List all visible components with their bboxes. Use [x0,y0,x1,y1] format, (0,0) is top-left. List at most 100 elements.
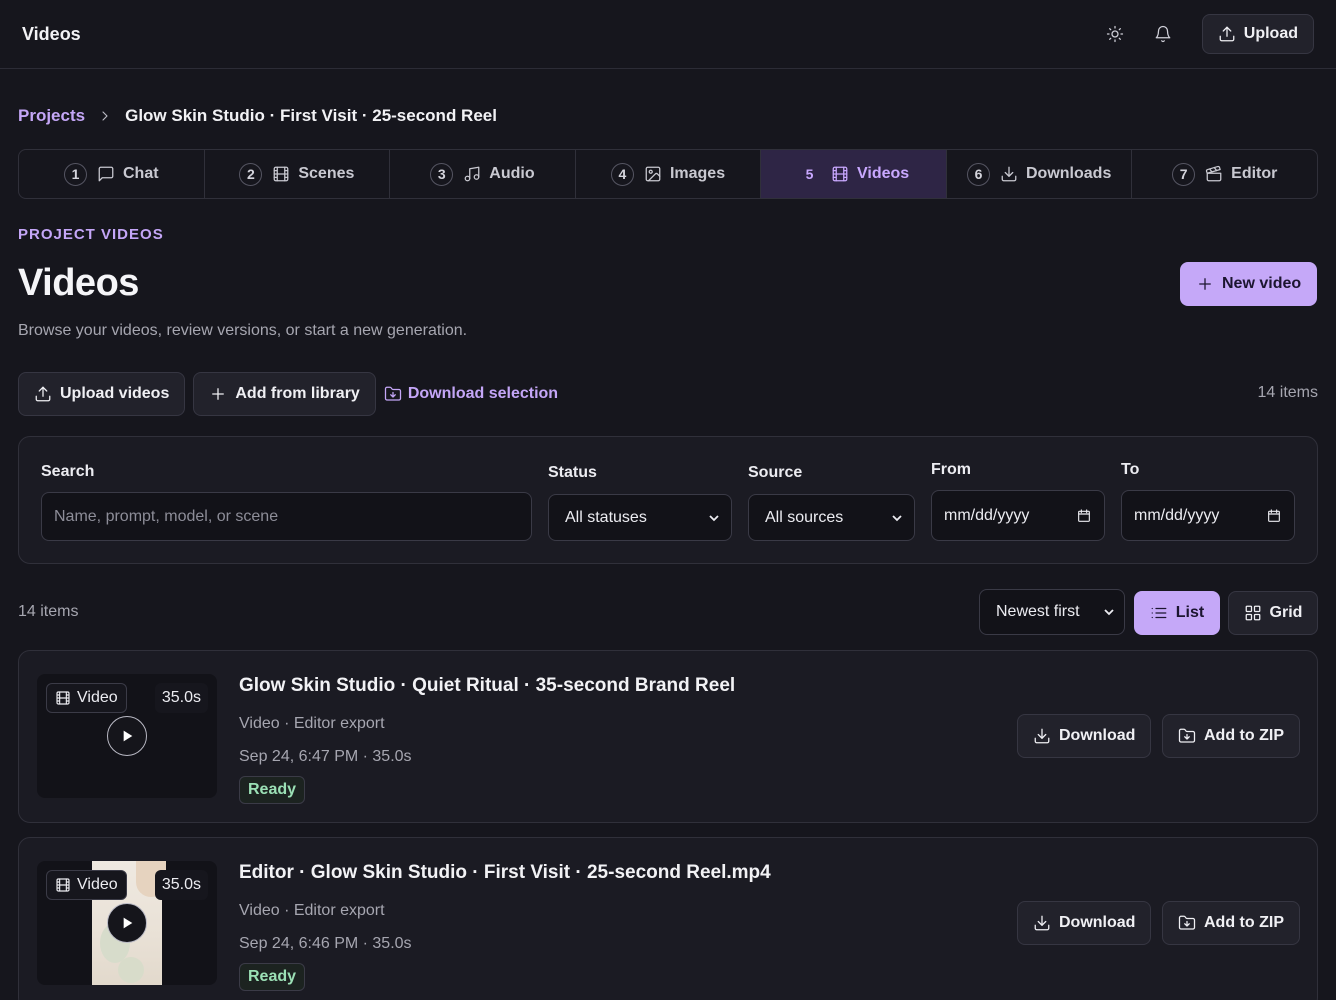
step-label: Downloads [1026,165,1112,182]
film-icon [56,878,70,892]
status-badge: Ready [239,776,306,804]
status-value: All statuses [565,508,647,526]
page-subtitle: Browse your videos, review versions, or … [18,322,468,339]
source-select[interactable]: All sources [748,494,915,541]
music-icon [464,166,480,182]
step-videos[interactable]: 5 Videos [761,150,947,198]
page-kicker: PROJECT VIDEOS [18,226,164,243]
download-label: Download [1059,914,1136,931]
search-input[interactable]: Name, prompt, model, or scene [41,492,532,541]
video-duration: 35.0s [154,870,208,900]
clapper-icon [1206,165,1222,182]
breadcrumb-projects-link[interactable]: Projects [18,106,85,126]
calendar-icon [1078,508,1090,522]
step-label: Videos [857,165,910,182]
list-view-label: List [1175,604,1205,621]
download-icon [1001,166,1017,182]
video-card: Video 35.0s Glow Skin Studio · Quiet Rit… [18,650,1318,823]
step-number: 7 [1172,162,1196,186]
status-select[interactable]: All statuses [548,494,732,541]
top-bar: Videos Upload [0,0,1336,69]
upload-button[interactable]: Upload [1201,14,1314,54]
play-button[interactable] [107,903,147,943]
download-button[interactable]: Download [1017,901,1152,945]
sort-value: Newest first [996,603,1080,620]
to-date-value: mm/dd/yyyy [1134,506,1220,524]
step-chat[interactable]: 1 Chat [19,150,205,198]
sort-select[interactable]: Newest first [979,589,1125,635]
app-title: Videos [22,23,81,44]
actions-row: Upload videos Add from library Download … [18,372,558,416]
search-placeholder: Name, prompt, model, or scene [54,507,279,525]
from-label: From [931,461,971,478]
add-to-zip-button[interactable]: Add to ZIP [1162,901,1300,945]
video-thumbnail[interactable]: Video 35.0s [37,674,217,798]
plus-icon [1199,278,1211,290]
step-images[interactable]: 4 Images [576,150,762,198]
chevron-down-icon [892,514,902,521]
calendar-icon [1268,508,1280,522]
to-date-input[interactable]: mm/dd/yyyy [1121,490,1295,541]
step-label: Images [669,165,726,182]
film-icon [832,166,848,182]
breadcrumb-current: Glow Skin Studio · First Visit · 25-seco… [125,106,497,125]
step-audio[interactable]: 3 Audio [390,150,576,198]
film-icon [273,166,289,182]
upload-videos-button[interactable]: Upload videos [18,372,186,416]
status-badge: Ready [239,963,306,991]
video-title[interactable]: Editor · Glow Skin Studio · First Visit … [239,862,771,884]
video-date: Sep 24, 6:47 PM · 35.0s [239,748,412,765]
download-icon [1034,728,1050,744]
from-date-input[interactable]: mm/dd/yyyy [931,490,1105,541]
new-video-button[interactable]: New video [1180,262,1318,306]
video-title[interactable]: Glow Skin Studio · Quiet Ritual · 35-sec… [239,675,735,697]
step-label: Scenes [298,165,355,182]
notifications-button[interactable] [1146,17,1180,51]
grid-view-label: Grid [1269,604,1303,621]
folder-download-icon [384,386,401,401]
video-meta: Video · Editor export [239,715,385,732]
download-selection-link[interactable]: Download selection [384,385,558,403]
download-icon [1034,915,1050,931]
source-label: Source [748,464,803,481]
video-card: Video 35.0s Editor · Glow Skin Studio · … [18,837,1318,1000]
download-selection-label: Download selection [407,385,559,402]
upload-icon [35,386,51,402]
source-value: All sources [765,508,844,526]
film-icon [56,691,70,705]
step-number: 4 [610,162,634,186]
video-type-tag: Video [46,683,127,713]
video-thumbnail[interactable]: Video 35.0s [37,861,217,985]
video-date: Sep 24, 6:46 PM · 35.0s [239,935,412,952]
workflow-steps: 1 Chat 2 Scenes 3 Audio 4 Images 5 Video… [18,149,1318,199]
list-item-count: 14 items [18,603,79,620]
chevron-down-icon [709,514,719,521]
chat-icon [98,166,114,182]
step-editor[interactable]: 7 Editor [1132,150,1317,198]
chevron-down-icon [1104,609,1114,616]
sun-icon [1106,25,1123,43]
upload-icon [1219,26,1235,42]
filters-panel: Search Name, prompt, model, or scene Sta… [18,436,1318,564]
play-button[interactable] [107,716,147,756]
folder-download-icon [1178,915,1196,930]
status-label: Status [548,464,597,481]
search-label: Search [41,463,95,480]
list-view-button[interactable]: List [1134,591,1220,635]
download-button[interactable]: Download [1017,714,1152,758]
grid-view-button[interactable]: Grid [1228,591,1318,635]
add-to-zip-button[interactable]: Add to ZIP [1162,714,1300,758]
step-label: Chat [123,165,159,182]
step-number: 1 [64,162,87,186]
new-video-label: New video [1222,275,1302,292]
from-date-value: mm/dd/yyyy [944,506,1030,524]
theme-toggle-button[interactable] [1098,17,1132,51]
video-duration: 35.0s [154,683,208,713]
step-number: 5 [805,166,814,182]
add-from-library-button[interactable]: Add from library [193,372,376,416]
step-number: 3 [430,162,454,186]
page-title: Videos [18,262,139,304]
plus-icon [212,388,225,400]
step-scenes[interactable]: 2 Scenes [205,150,391,198]
step-downloads[interactable]: 6 Downloads [947,150,1133,198]
